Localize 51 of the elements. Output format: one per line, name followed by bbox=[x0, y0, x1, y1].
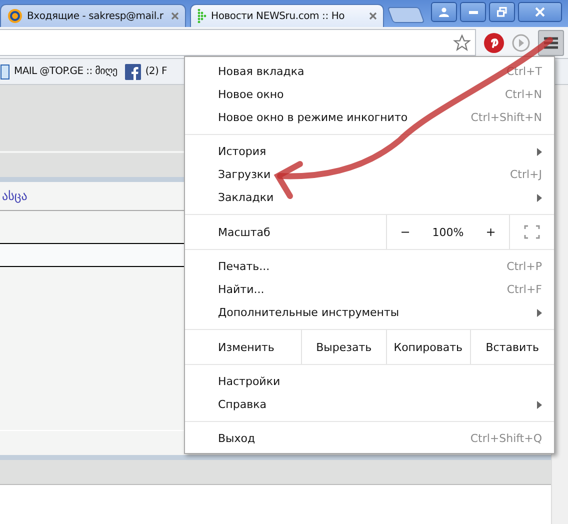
menu-item[interactable]: Закладки bbox=[185, 186, 554, 209]
browser-tab[interactable]: Входящие - sakresp@mail.r bbox=[0, 4, 186, 27]
shortcut-text: Ctrl+P bbox=[506, 260, 542, 273]
menu-item[interactable]: Справка bbox=[185, 393, 554, 416]
star-icon[interactable] bbox=[453, 34, 471, 52]
fullscreen-icon[interactable] bbox=[524, 225, 540, 239]
close-icon[interactable] bbox=[369, 12, 377, 20]
restore-button[interactable] bbox=[489, 2, 515, 22]
minimize-button[interactable] bbox=[460, 2, 486, 22]
profile-button[interactable] bbox=[431, 2, 457, 22]
zoom-out-button[interactable]: − bbox=[400, 225, 410, 239]
menu-icon bbox=[544, 36, 558, 48]
shortcut-text: Ctrl+N bbox=[504, 88, 542, 101]
submenu-arrow-icon bbox=[537, 308, 542, 316]
menu-item[interactable]: Найти... Ctrl+F bbox=[185, 278, 554, 301]
menu-item[interactable]: История bbox=[185, 140, 554, 163]
menu-item[interactable]: Печать... Ctrl+P bbox=[185, 255, 554, 278]
close-window-button[interactable] bbox=[518, 2, 562, 22]
close-icon bbox=[535, 7, 545, 17]
minimize-icon bbox=[468, 10, 478, 14]
dotted-arrow-icon bbox=[197, 9, 207, 23]
bookmark-link[interactable]: MAIL @TOP.GE :: მიღე bbox=[0, 64, 118, 80]
menu-item[interactable]: Новое окно Ctrl+N bbox=[185, 83, 554, 106]
submenu-arrow-icon bbox=[537, 400, 542, 408]
page-icon bbox=[0, 64, 10, 80]
shortcut-text: Ctrl+J bbox=[510, 168, 542, 181]
person-icon bbox=[439, 7, 449, 17]
edit-label: Изменить bbox=[217, 340, 276, 356]
page-link[interactable]: ასცა bbox=[2, 189, 28, 203]
shortcut-text: Ctrl+Shift+N bbox=[470, 111, 542, 124]
shortcut-text: Ctrl+F bbox=[506, 283, 542, 296]
pinterest-icon[interactable] bbox=[484, 32, 504, 52]
menu-item[interactable]: Загрузки Ctrl+J bbox=[185, 163, 554, 186]
restore-icon bbox=[497, 7, 507, 17]
close-icon[interactable] bbox=[171, 12, 179, 20]
menu-item[interactable]: Новая вкладка Ctrl+T bbox=[185, 60, 554, 83]
zoom-in-button[interactable]: + bbox=[486, 225, 496, 239]
new-tab-button[interactable] bbox=[387, 7, 425, 23]
shortcut-text: Ctrl+T bbox=[506, 65, 542, 78]
browser-tab[interactable]: Новости NEWSru.com :: Но bbox=[190, 4, 384, 27]
zoom-label: Масштаб bbox=[217, 224, 272, 240]
submenu-arrow-icon bbox=[537, 194, 542, 202]
zoom-value: 100% bbox=[432, 226, 464, 238]
submenu-arrow-icon bbox=[537, 148, 542, 156]
menu-item[interactable]: Новое окно в режиме инкогнито Ctrl+Shift+N bbox=[185, 106, 554, 129]
menu-item[interactable]: Настройки bbox=[185, 370, 554, 393]
shortcut-text: Ctrl+Shift+Q bbox=[470, 432, 542, 445]
bookmark-link[interactable]: (2) F bbox=[125, 64, 167, 80]
menu-item[interactable]: Дополнительные инструменты bbox=[185, 301, 554, 324]
facebook-icon bbox=[125, 64, 142, 80]
menu-item[interactable]: Выход Ctrl+Shift+Q bbox=[185, 427, 554, 450]
